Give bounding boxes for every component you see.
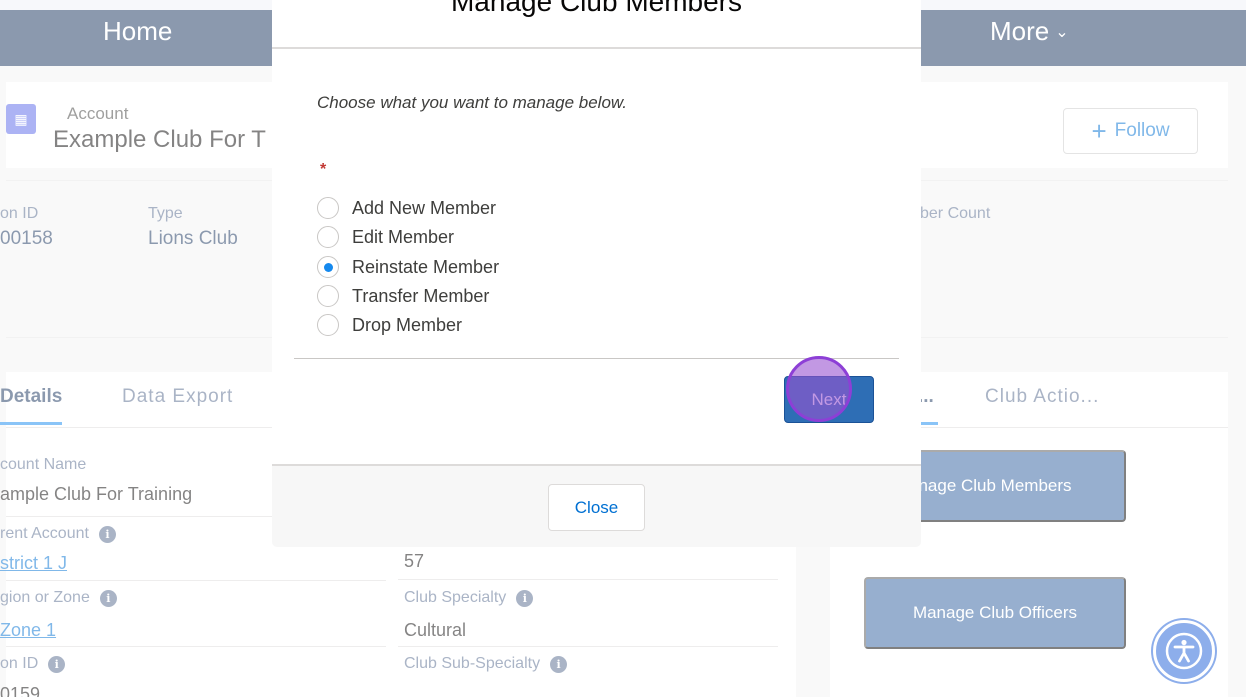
radio-button-selected[interactable] (317, 256, 339, 278)
modal-header: Manage Club Members (272, 0, 921, 49)
radio-option-reinstate-member[interactable]: Reinstate Member (317, 256, 499, 278)
radio-button[interactable] (317, 285, 339, 307)
radio-option-transfer-member[interactable]: Transfer Member (317, 285, 489, 307)
radio-button[interactable] (317, 314, 339, 336)
radio-label: Add New Member (352, 197, 497, 218)
radio-option-add-new-member[interactable]: Add New Member (317, 197, 496, 219)
radio-button[interactable] (317, 226, 339, 248)
close-button[interactable]: Close (548, 484, 645, 531)
modal-title: Manage Club Members (450, 0, 743, 17)
modal-footer: Close (272, 464, 921, 547)
radio-button[interactable] (317, 197, 339, 219)
modal-divider (294, 358, 899, 359)
modal-prompt: Choose what you want to manage below. (317, 93, 627, 112)
radio-label: Drop Member (352, 314, 463, 335)
radio-option-edit-member[interactable]: Edit Member (317, 226, 454, 248)
radio-label: Edit Member (352, 226, 455, 247)
radio-label: Reinstate Member (352, 256, 500, 277)
modal-body: Choose what you want to manage below. * … (272, 49, 921, 464)
radio-label: Transfer Member (352, 285, 490, 306)
required-indicator: * (320, 161, 327, 178)
next-button[interactable]: Next (784, 376, 874, 423)
radio-option-drop-member[interactable]: Drop Member (317, 314, 462, 336)
